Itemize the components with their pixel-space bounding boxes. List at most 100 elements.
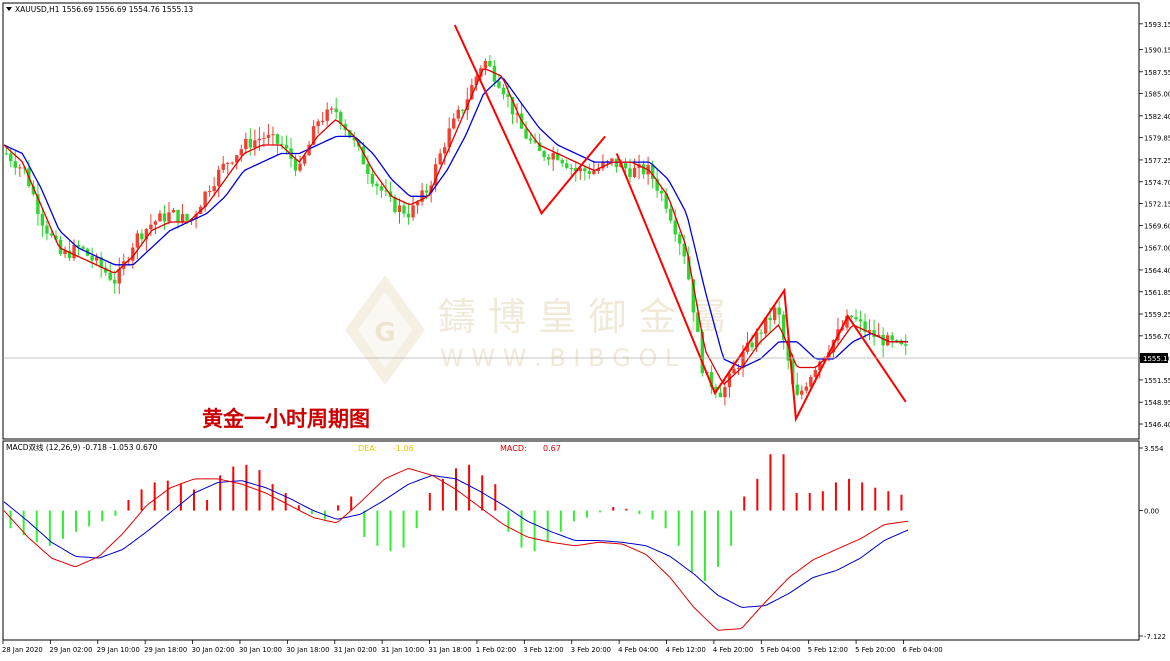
candle-body <box>4 153 8 155</box>
candle-body <box>379 186 384 191</box>
candle-body <box>623 163 628 169</box>
candle-body <box>483 60 488 69</box>
macd-value: 0.67 <box>543 444 561 453</box>
candle-body <box>207 191 212 193</box>
candle-body <box>366 164 370 174</box>
candle-body <box>266 134 271 138</box>
candle-body <box>565 163 569 168</box>
candle-body <box>881 334 885 346</box>
time-tick-label: 4 Feb 04:00 <box>618 646 658 654</box>
candle-body <box>904 344 908 346</box>
candle-body <box>13 161 17 168</box>
candle-body <box>587 171 592 174</box>
candle-body <box>628 168 632 178</box>
candle-body <box>528 138 533 141</box>
candle-body <box>659 190 664 194</box>
macd-tick-label: -7.122 <box>1144 633 1166 641</box>
candle-body <box>456 109 460 119</box>
candle-body <box>162 213 167 222</box>
candle-body <box>226 162 230 164</box>
candle-body <box>248 138 253 148</box>
candle-body <box>176 209 180 223</box>
candle-body <box>185 214 189 221</box>
price-tick-label: 1564.40 <box>1144 267 1170 275</box>
candle-body <box>298 163 302 171</box>
candle-body <box>284 144 289 149</box>
candle-body <box>271 134 275 136</box>
candle-body <box>325 109 329 121</box>
candle-body <box>461 109 465 111</box>
candle-body <box>895 340 899 342</box>
candle-body <box>135 233 140 248</box>
time-tick-label: 30 Jan 10:00 <box>239 646 282 654</box>
candle-body <box>524 128 528 139</box>
macd-tick-label: 0.00 <box>1144 508 1159 516</box>
candle-body <box>506 94 510 97</box>
time-tick-label: 29 Jan 10:00 <box>97 646 140 654</box>
candle-body <box>316 121 320 127</box>
candle-body <box>488 60 492 67</box>
candle-body <box>542 151 546 158</box>
candle-body <box>800 390 804 395</box>
candle-body <box>723 387 727 398</box>
price-tick-label: 1567.00 <box>1144 245 1170 253</box>
candle-body <box>406 213 411 218</box>
candle-body <box>402 205 406 214</box>
price-tick-label: 1587.55 <box>1144 69 1170 77</box>
candle-body <box>167 212 171 222</box>
candle-body <box>153 221 158 225</box>
candle-body <box>669 208 673 221</box>
candle-body <box>569 167 573 169</box>
candle-body <box>732 368 736 374</box>
current-price-label: 1555.13 <box>1143 355 1170 363</box>
candle-body <box>140 233 144 240</box>
candle-body <box>334 108 338 113</box>
candle-body <box>49 233 54 236</box>
candle-body <box>18 167 22 169</box>
time-tick-label: 4 Feb 12:00 <box>666 646 706 654</box>
candle-body <box>795 384 799 395</box>
time-tick-label: 1 Feb 02:00 <box>476 646 516 654</box>
candle-body <box>750 342 754 348</box>
price-tick-label: 1556.70 <box>1144 333 1170 341</box>
candle-body <box>858 319 863 322</box>
candle-body <box>72 245 76 259</box>
trading-chart[interactable]: G 鑄 博 皇 御 金 屬 W W W . B I B G O L 1593.1… <box>0 0 1170 657</box>
price-tick-label: 1590.15 <box>1144 47 1170 55</box>
candle-body <box>262 137 266 139</box>
candle-body <box>45 225 49 234</box>
candle-body <box>438 153 442 165</box>
price-tick-label: 1582.40 <box>1144 113 1170 121</box>
candle-body <box>777 307 781 315</box>
candle-body <box>497 81 501 88</box>
price-tick-label: 1569.60 <box>1144 222 1170 230</box>
price-tick-label: 1546.40 <box>1144 421 1170 429</box>
candle-body <box>411 205 415 218</box>
price-tick-label: 1548.95 <box>1144 399 1170 407</box>
candle-body <box>257 138 262 141</box>
dea-label: DEA: <box>358 444 377 453</box>
candle-body <box>253 140 257 148</box>
candle-body <box>221 163 225 170</box>
candle-body <box>320 120 325 122</box>
time-tick-label: 29 Jan 18:00 <box>144 646 187 654</box>
candle-body <box>113 279 117 284</box>
candle-body <box>673 220 677 235</box>
candle-body <box>592 171 596 174</box>
candle-body <box>81 246 85 249</box>
time-tick-label: 5 Feb 04:00 <box>760 646 800 654</box>
candle-body <box>452 118 456 129</box>
candle-body <box>849 315 854 318</box>
candle-body <box>40 213 45 226</box>
chart-canvas[interactable]: G 鑄 博 皇 御 金 屬 W W W . B I B G O L 1593.1… <box>0 0 1170 657</box>
candle-body <box>424 190 429 193</box>
candle-body <box>551 153 555 160</box>
macd-tick-label: 3.554 <box>1144 445 1163 453</box>
candle-body <box>718 392 723 398</box>
candle-body <box>804 386 808 391</box>
candle-body <box>375 183 379 187</box>
candle-body <box>583 168 587 172</box>
candle-body <box>813 370 818 377</box>
candle-body <box>94 257 99 261</box>
price-tick-label: 1572.15 <box>1144 201 1170 209</box>
